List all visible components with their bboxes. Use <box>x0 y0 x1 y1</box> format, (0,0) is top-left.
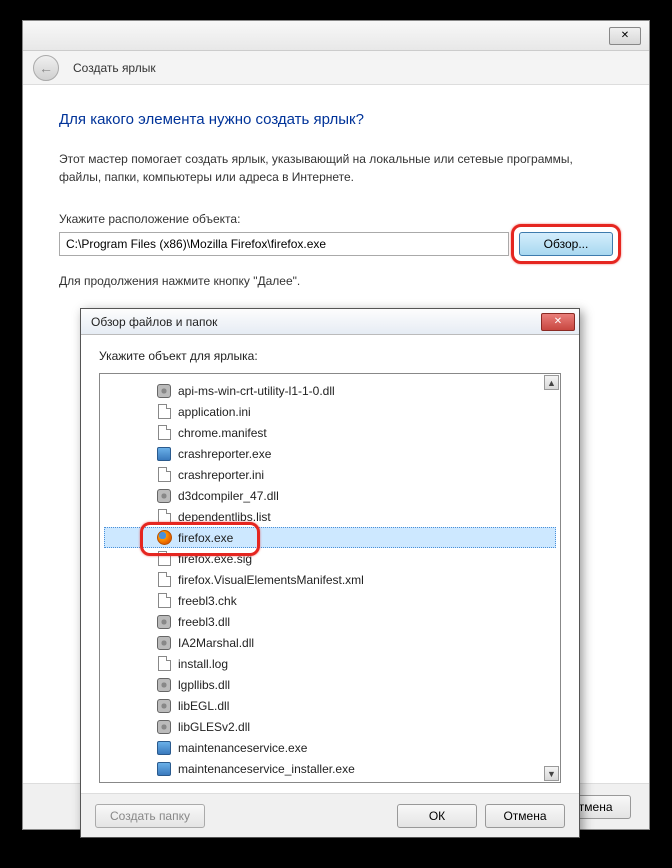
file-name: IA2Marshal.dll <box>178 636 254 650</box>
file-item[interactable]: IA2Marshal.dll <box>104 632 556 653</box>
file-name: application.ini <box>178 405 251 419</box>
file-item[interactable]: firefox.VisualElementsManifest.xml <box>104 569 556 590</box>
dll-icon <box>156 677 172 693</box>
file-item[interactable]: crashreporter.exe <box>104 443 556 464</box>
file-item[interactable]: freebl3.chk <box>104 590 556 611</box>
dll-icon <box>156 635 172 651</box>
file-name: libGLESv2.dll <box>178 720 250 734</box>
file-icon <box>156 572 172 588</box>
file-name: maintenanceservice.exe <box>178 741 307 755</box>
file-item[interactable]: d3dcompiler_47.dll <box>104 485 556 506</box>
browse-body: Укажите объект для ярлыка: ▲ ▼ api-ms-wi… <box>81 335 579 793</box>
file-name: install.log <box>178 657 228 671</box>
dll-icon <box>156 719 172 735</box>
file-name: api-ms-win-crt-utility-l1-1-0.dll <box>178 384 335 398</box>
firefox-icon <box>156 530 172 546</box>
browse-button[interactable]: Обзор... <box>519 232 613 256</box>
file-name: d3dcompiler_47.dll <box>178 489 279 503</box>
browse-close-button[interactable]: ✕ <box>541 313 575 331</box>
browse-instruction: Укажите объект для ярлыка: <box>99 349 561 363</box>
location-input[interactable] <box>59 232 509 256</box>
location-label: Укажите расположение объекта: <box>59 212 613 226</box>
file-name: firefox.VisualElementsManifest.xml <box>178 573 364 587</box>
file-name: dependentlibs.list <box>178 510 271 524</box>
file-item[interactable]: crashreporter.ini <box>104 464 556 485</box>
file-item[interactable]: libEGL.dll <box>104 695 556 716</box>
wizard-body: Для какого элемента нужно создать ярлык?… <box>23 85 649 324</box>
file-item[interactable]: install.log <box>104 653 556 674</box>
browse-cancel-button[interactable]: Отмена <box>485 804 565 828</box>
create-folder-button[interactable]: Создать папку <box>95 804 205 828</box>
file-item[interactable]: freebl3.dll <box>104 611 556 632</box>
dll-icon <box>156 383 172 399</box>
file-icon <box>156 551 172 567</box>
file-name: freebl3.chk <box>178 594 237 608</box>
file-name: freebl3.dll <box>178 615 230 629</box>
dll-icon <box>156 488 172 504</box>
wizard-description: Этот мастер помогает создать ярлык, указ… <box>59 150 613 186</box>
exe-icon <box>156 740 172 756</box>
file-item[interactable]: chrome.manifest <box>104 422 556 443</box>
browse-files-dialog: Обзор файлов и папок ✕ Укажите объект дл… <box>80 308 580 838</box>
file-name: crashreporter.exe <box>178 447 271 461</box>
wizard-title: Создать ярлык <box>73 61 156 75</box>
file-icon <box>156 404 172 420</box>
wizard-header: ← Создать ярлык <box>23 51 649 85</box>
location-row: Обзор... <box>59 232 613 256</box>
file-item[interactable]: maintenanceservice_installer.exe <box>104 758 556 779</box>
file-name: maintenanceservice_installer.exe <box>178 762 355 776</box>
browse-title: Обзор файлов и папок <box>91 315 217 329</box>
file-icon <box>156 425 172 441</box>
file-item[interactable]: maintenanceservice.exe <box>104 737 556 758</box>
browse-titlebar: Обзор файлов и папок ✕ <box>81 309 579 335</box>
dll-icon <box>156 698 172 714</box>
file-name: firefox.exe.sig <box>178 552 252 566</box>
file-item[interactable]: api-ms-win-crt-utility-l1-1-0.dll <box>104 380 556 401</box>
file-name: lgpllibs.dll <box>178 678 230 692</box>
file-list[interactable]: ▲ ▼ api-ms-win-crt-utility-l1-1-0.dllapp… <box>99 373 561 783</box>
file-item[interactable]: dependentlibs.list <box>104 506 556 527</box>
file-icon <box>156 656 172 672</box>
wizard-heading: Для какого элемента нужно создать ярлык? <box>59 111 613 128</box>
file-item[interactable]: lgpllibs.dll <box>104 674 556 695</box>
file-name: chrome.manifest <box>178 426 267 440</box>
back-button[interactable]: ← <box>33 55 59 81</box>
file-icon <box>156 593 172 609</box>
browse-footer: Создать папку ОК Отмена <box>81 793 579 837</box>
continue-hint: Для продолжения нажмите кнопку "Далее". <box>59 274 613 288</box>
file-item[interactable]: libGLESv2.dll <box>104 716 556 737</box>
file-icon <box>156 467 172 483</box>
file-item[interactable]: firefox.exe <box>104 527 556 548</box>
file-item[interactable]: firefox.exe.sig <box>104 548 556 569</box>
file-item[interactable]: application.ini <box>104 401 556 422</box>
file-name: crashreporter.ini <box>178 468 264 482</box>
dll-icon <box>156 614 172 630</box>
wizard-close-button[interactable]: ✕ <box>609 27 641 45</box>
file-icon <box>156 509 172 525</box>
file-name: libEGL.dll <box>178 699 229 713</box>
exe-icon <box>156 446 172 462</box>
wizard-titlebar: ✕ <box>23 21 649 51</box>
exe-icon <box>156 761 172 777</box>
ok-button[interactable]: ОК <box>397 804 477 828</box>
file-name: firefox.exe <box>178 531 233 545</box>
